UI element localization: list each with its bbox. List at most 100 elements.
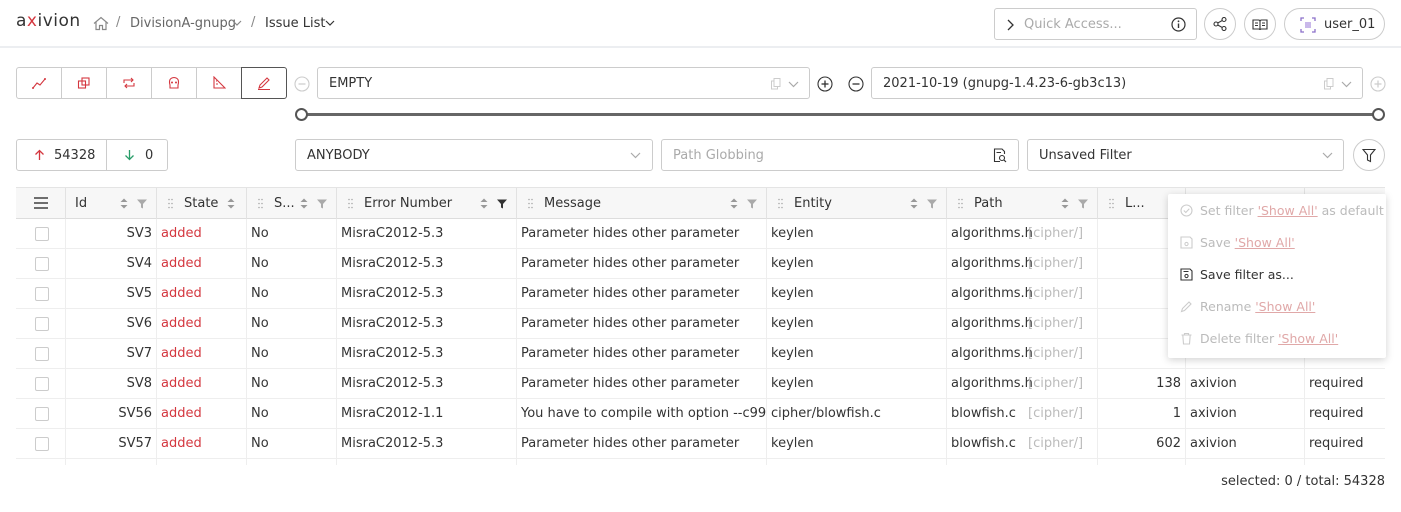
row-checkbox[interactable]	[35, 377, 49, 391]
row-checkbox[interactable]	[35, 287, 49, 301]
version-range-end-handle[interactable]	[1372, 108, 1385, 121]
drag-handle-icon[interactable]	[958, 198, 963, 209]
chevron-right-icon	[1007, 19, 1014, 31]
menu-item-save-as[interactable]: Save filter as...	[1168, 258, 1386, 290]
remove-version-icon[interactable]	[848, 76, 864, 92]
row-checkbox[interactable]	[35, 317, 49, 331]
column-header-entity[interactable]: Entity	[767, 188, 947, 219]
drag-handle-icon[interactable]	[1109, 198, 1114, 209]
menu-item-save[interactable]: Save 'Show All'	[1168, 226, 1386, 258]
added-count-button[interactable]: 54328	[16, 139, 107, 171]
cell-severity: required	[1309, 376, 1364, 391]
copy-icon[interactable]	[1324, 78, 1334, 90]
add-version-icon[interactable]	[1370, 76, 1386, 92]
sort-icon[interactable]	[730, 198, 738, 209]
breadcrumb-project[interactable]: DivisionA-gnupg	[130, 16, 236, 31]
drag-handle-icon[interactable]	[778, 198, 783, 209]
column-header-path[interactable]: Path	[947, 188, 1098, 219]
column-menu[interactable]	[16, 188, 66, 219]
column-header-id[interactable]: Id	[66, 188, 157, 219]
sort-icon[interactable]	[480, 198, 488, 209]
table-row[interactable]: SV57 added No MisraC2012-5.3 Parameter hides…	[16, 429, 1385, 459]
sort-icon[interactable]	[227, 198, 235, 209]
sort-icon[interactable]	[120, 198, 128, 209]
home-icon[interactable]	[93, 16, 109, 31]
filter-menu-button[interactable]	[1353, 139, 1385, 171]
cell-s: No	[247, 219, 337, 249]
quick-access-placeholder: Quick Access...	[1024, 17, 1122, 32]
cell-error: MisraC2012-5.3	[337, 339, 517, 369]
row-checkbox[interactable]	[35, 227, 49, 241]
chevron-down-icon[interactable]	[630, 152, 641, 159]
cell-error: MisraC2012-5.3	[337, 249, 517, 279]
clones-button[interactable]	[61, 67, 107, 99]
copy-icon[interactable]	[771, 78, 781, 90]
row-checkbox[interactable]	[35, 437, 49, 451]
removed-count-button[interactable]: 0	[106, 139, 168, 171]
column-filter-icon[interactable]	[317, 199, 327, 209]
column-header-message[interactable]: Message	[517, 188, 767, 219]
menu-item-set-default[interactable]: Set filter 'Show All' as default	[1168, 194, 1386, 226]
cycles-button[interactable]	[106, 67, 152, 99]
base-version-select[interactable]: EMPTY	[317, 67, 810, 99]
column-filter-icon[interactable]	[137, 199, 147, 209]
column-filter-icon[interactable]	[747, 199, 757, 209]
cell-entity: keylen	[767, 309, 947, 339]
sort-icon[interactable]	[1061, 198, 1069, 209]
row-checkbox[interactable]	[35, 407, 49, 421]
table-row[interactable]	[16, 459, 1385, 465]
dead-code-button[interactable]	[151, 67, 197, 99]
row-checkbox[interactable]	[35, 257, 49, 271]
metric-trend-button[interactable]	[16, 67, 62, 99]
table-row[interactable]: SV8 added No MisraC2012-5.3 Parameter hides …	[16, 369, 1385, 399]
path-globbing-input[interactable]: Path Globbing	[661, 139, 1019, 171]
user-name: user_01	[1324, 17, 1376, 32]
quick-access-input[interactable]: Quick Access...	[994, 8, 1197, 40]
remove-base-version-icon[interactable]	[294, 76, 310, 92]
version-range-track[interactable]	[301, 113, 1378, 116]
column-header-suppressed[interactable]: S...	[247, 188, 337, 219]
chevron-down-icon[interactable]	[1341, 81, 1352, 88]
docs-button[interactable]	[1244, 8, 1276, 40]
chevron-down-icon[interactable]	[1322, 152, 1333, 159]
column-filter-icon[interactable]	[497, 199, 507, 209]
filter-dropdown-menu: Set filter 'Show All' as default Save 'S…	[1168, 194, 1386, 358]
column-header-error-number[interactable]: Error Number	[337, 188, 517, 219]
table-row[interactable]: SV56 added No MisraC2012-1.1 You have to com…	[16, 399, 1385, 429]
column-filter-icon[interactable]	[927, 199, 937, 209]
cell-provider: axivion	[1186, 429, 1305, 459]
user-filter-select[interactable]: ANYBODY	[295, 139, 653, 171]
user-menu-button[interactable]: user_01	[1284, 8, 1385, 40]
share-button[interactable]	[1204, 8, 1236, 40]
sort-icon[interactable]	[300, 198, 308, 209]
drag-handle-icon[interactable]	[348, 198, 353, 209]
cell-error: MisraC2012-5.3	[337, 219, 517, 249]
column-header-state[interactable]: State	[157, 188, 247, 219]
drag-handle-icon[interactable]	[528, 198, 533, 209]
drag-handle-icon[interactable]	[168, 198, 173, 209]
file-search-icon[interactable]	[993, 148, 1007, 163]
column-filter-icon[interactable]	[1078, 199, 1088, 209]
drag-handle-icon[interactable]	[258, 198, 263, 209]
breadcrumb-page[interactable]: Issue List	[265, 16, 325, 31]
sort-icon[interactable]	[910, 198, 918, 209]
menu-item-delete[interactable]: Delete filter 'Show All'	[1168, 322, 1386, 354]
axivion-logo[interactable]: axivion	[16, 11, 81, 31]
version-range-start-handle[interactable]	[295, 108, 308, 121]
ruler-icon	[213, 76, 226, 89]
style-violations-button[interactable]	[241, 67, 287, 99]
chevron-down-icon[interactable]	[232, 20, 242, 26]
metrics-button[interactable]	[196, 67, 242, 99]
add-version-icon[interactable]	[817, 76, 833, 92]
row-checkbox[interactable]	[35, 347, 49, 361]
cell-s: No	[247, 249, 337, 279]
info-icon[interactable]	[1171, 17, 1186, 32]
menu-item-rename[interactable]: Rename 'Show All'	[1168, 290, 1386, 322]
chevron-down-icon[interactable]	[788, 81, 799, 88]
current-version-select[interactable]: 2021-10-19 (gnupg-1.4.23-6-gb3c13)	[871, 67, 1363, 99]
cell-entity: keylen	[767, 369, 947, 399]
saved-filter-select[interactable]: Unsaved Filter	[1027, 139, 1344, 171]
cell-entity: cipher/blowfish.c	[767, 399, 947, 429]
chevron-down-icon[interactable]	[325, 20, 335, 26]
trash-icon	[1181, 332, 1192, 345]
